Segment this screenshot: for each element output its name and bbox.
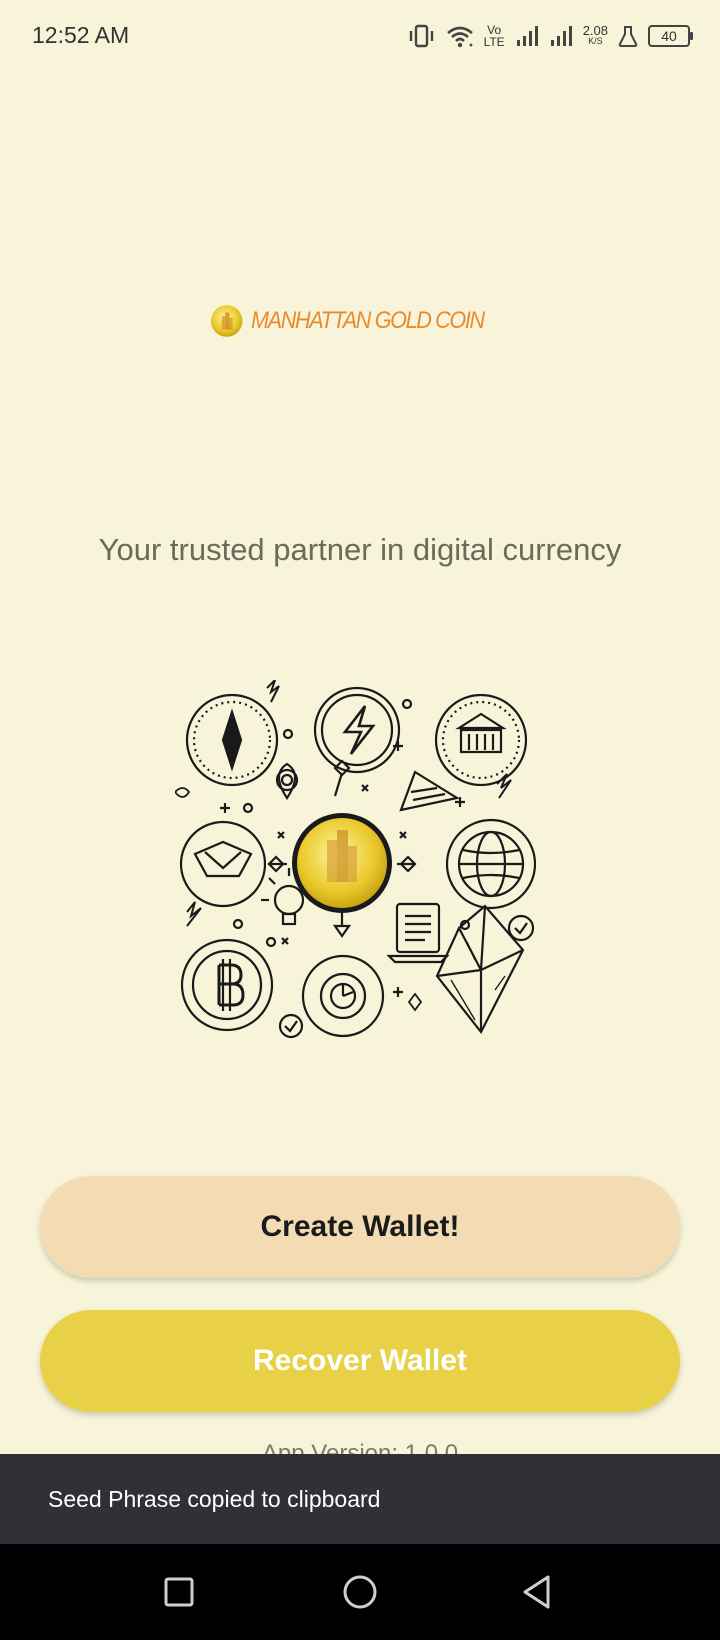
snackbar: Seed Phrase copied to clipboard <box>0 1454 720 1544</box>
lightning-coin-icon <box>313 686 401 774</box>
app-logo: MANHATTAN GOLD COIN <box>210 283 510 359</box>
snackbar-message: Seed Phrase copied to clipboard <box>48 1485 381 1512</box>
status-time: 12:52 AM <box>32 22 130 48</box>
laptop-icon <box>386 902 450 964</box>
recover-wallet-button[interactable]: Recover Wallet <box>40 1310 680 1412</box>
volte-bottom: LTE <box>483 35 505 49</box>
crypto-illustration <box>175 680 537 1039</box>
signal-icon <box>516 26 538 46</box>
back-icon[interactable] <box>520 1574 554 1610</box>
bank-icon <box>434 693 528 787</box>
battery-icon: 40 <box>648 25 693 47</box>
create-wallet-button[interactable]: Create Wallet! <box>40 1176 680 1278</box>
flask-icon <box>618 26 638 47</box>
bitcoin-icon <box>180 938 274 1032</box>
status-icons: Vo LTE 2.08 K/S 40 <box>408 20 693 52</box>
pyramid-card-icon <box>399 770 460 812</box>
globe-icon <box>445 818 537 910</box>
tagline: Your trusted partner in digital currency <box>98 532 622 567</box>
logo-text: MANHATTAN GOLD COIN <box>251 307 485 334</box>
net-speed: 2.08 K/S <box>582 23 608 47</box>
net-speed-value: 2.08 <box>582 23 608 38</box>
status-bar: 12:52 AM Vo LTE 2.08 K/S 40 <box>0 0 720 72</box>
location-pin-icon <box>275 762 299 800</box>
check-icon <box>278 914 535 1039</box>
gold-coin-logo-icon <box>210 305 243 337</box>
signal-icon <box>550 26 572 46</box>
chart-coin-icon <box>301 954 385 1038</box>
vibrate-icon <box>409 24 433 48</box>
volte-icon: Vo LTE <box>484 24 505 48</box>
home-icon[interactable] <box>342 1574 378 1610</box>
compass-icon <box>185 693 279 787</box>
recents-icon[interactable] <box>163 1576 195 1608</box>
wifi-icon <box>446 26 473 48</box>
gold-coin-icon <box>292 813 392 913</box>
pyramid-icon <box>179 820 267 908</box>
navigation-bar <box>0 1544 720 1640</box>
